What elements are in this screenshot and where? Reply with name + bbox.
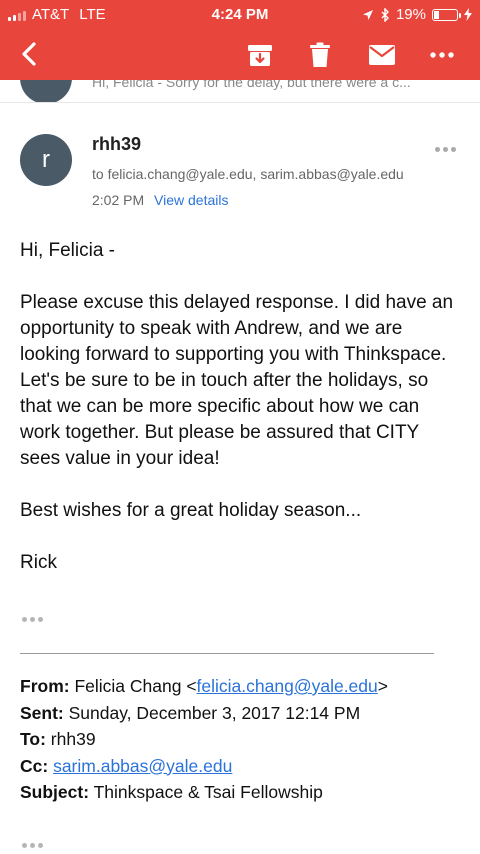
sender-name: rhh39 [92, 134, 142, 154]
message-more-icon[interactable] [435, 147, 456, 152]
recipients: to felicia.chang@yale.edu, sarim.abbas@y… [92, 166, 404, 182]
message-body: Hi, Felicia - Please excuse this delayed… [20, 238, 460, 576]
message-meta: 2:02 PM View details [92, 192, 228, 208]
trash-icon[interactable] [305, 40, 335, 70]
charging-bolt-icon [464, 8, 472, 21]
body-paragraph: Please excuse this delayed response. I d… [20, 292, 454, 469]
signature: Rick [20, 552, 57, 573]
quoted-sent: Sent: Sunday, December 3, 2017 12:14 PM [20, 702, 361, 723]
quoted-subject: Subject: Thinkspace & Tsai Fellowship [20, 782, 323, 802]
battery-percent: 19% [395, 6, 426, 23]
quoted-from-email[interactable]: felicia.chang@yale.edu [197, 676, 378, 696]
quoted-to-value: rhh39 [50, 729, 96, 749]
greeting: Hi, Felicia - [20, 240, 116, 261]
mail-icon[interactable] [367, 40, 397, 70]
quoted-from: From: Felicia Chang <felicia.chang@yale.… [20, 676, 388, 696]
show-more-icon[interactable] [22, 843, 43, 848]
quoted-to: To: rhh39 [20, 729, 96, 749]
closing: Best wishes for a great holiday season..… [20, 500, 362, 521]
location-icon [362, 9, 373, 20]
view-details-link[interactable]: View details [154, 192, 228, 208]
message-toolbar [0, 30, 480, 80]
app-header: AT&T LTE 4:24 PM 19% [0, 0, 480, 80]
status-right: 19% [362, 6, 472, 23]
more-horizontal-icon[interactable] [427, 40, 457, 70]
archive-icon[interactable] [245, 40, 275, 70]
quote-divider [20, 653, 434, 654]
quoted-subject-value: Thinkspace & Tsai Fellowship [93, 782, 323, 802]
status-bar: AT&T LTE 4:24 PM 19% [0, 0, 480, 30]
previous-message-snippet: Hi, Felicia - Sorry for the delay, but t… [92, 80, 411, 90]
show-trimmed-content-icon[interactable] [22, 617, 43, 622]
previous-message-card[interactable]: Hi, Felicia - Sorry for the delay, but t… [0, 80, 480, 103]
quoted-from-name: Felicia Chang [74, 676, 182, 696]
quoted-cc-email[interactable]: sarim.abbas@yale.edu [53, 756, 232, 776]
avatar [20, 80, 72, 102]
quoted-header: From: Felicia Chang <felicia.chang@yale.… [20, 673, 475, 806]
quoted-sent-value: Sunday, December 3, 2017 12:14 PM [68, 702, 361, 723]
sender-avatar[interactable]: r [20, 134, 72, 186]
battery-icon [432, 8, 461, 21]
message-time: 2:02 PM [92, 192, 145, 208]
bluetooth-icon [381, 7, 389, 22]
back-arrow-icon[interactable] [12, 36, 48, 72]
quoted-cc: Cc: sarim.abbas@yale.edu [20, 755, 233, 776]
